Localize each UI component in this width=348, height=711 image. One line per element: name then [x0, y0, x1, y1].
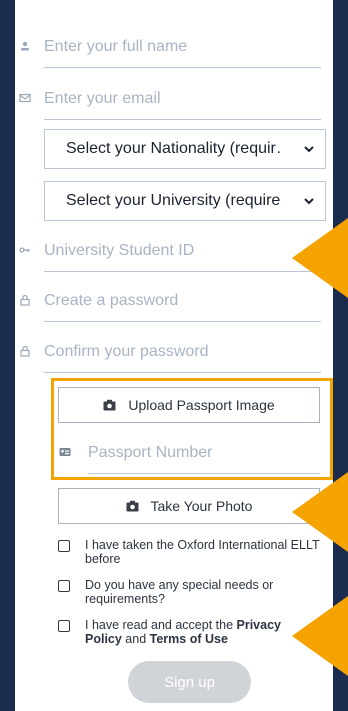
- take-photo-label: Take Your Photo: [150, 498, 253, 514]
- take-photo-button[interactable]: Take Your Photo: [58, 488, 320, 524]
- full-name-placeholder: Enter your full name: [44, 38, 188, 55]
- create-password-field[interactable]: Create a password: [20, 280, 321, 322]
- pointer-arrow-icon: [292, 218, 348, 298]
- person-icon: [18, 39, 32, 53]
- terms-prefix-text: I have read and accept the: [85, 618, 237, 632]
- envelope-icon: [18, 91, 32, 105]
- confirm-password-field[interactable]: Confirm your password: [20, 331, 321, 373]
- pointer-arrow-icon: [292, 596, 348, 676]
- upload-passport-label: Upload Passport Image: [128, 397, 275, 413]
- lock-icon: [18, 344, 32, 358]
- student-id-placeholder: University Student ID: [44, 242, 195, 259]
- nationality-select-value: Select your Nationality (requir…: [66, 140, 281, 157]
- ellt-checkbox-label: I have taken the Oxford International EL…: [85, 538, 320, 566]
- passport-number-field[interactable]: Passport Number: [59, 432, 320, 474]
- chevron-down-icon: [304, 198, 314, 205]
- signup-button[interactable]: Sign up: [128, 661, 251, 703]
- ellt-checkbox[interactable]: [58, 540, 70, 552]
- confirm-password-placeholder: Confirm your password: [44, 343, 209, 360]
- passport-number-placeholder: Passport Number: [88, 444, 213, 461]
- camera-icon: [103, 399, 116, 411]
- special-needs-checkbox-label: Do you have any special needs or require…: [85, 578, 274, 606]
- full-name-field[interactable]: Enter your full name: [21, 26, 321, 68]
- email-field[interactable]: Enter your email: [19, 78, 321, 120]
- terms-checkbox-label: I have read and accept the Privacy Polic…: [85, 618, 320, 646]
- terms-of-use-link[interactable]: Terms of Use: [150, 632, 228, 646]
- create-password-placeholder: Create a password: [44, 292, 179, 309]
- terms-middle-text: and: [121, 632, 150, 646]
- upload-passport-button[interactable]: Upload Passport Image: [58, 387, 320, 423]
- key-icon: [18, 243, 32, 257]
- lock-icon: [18, 293, 32, 307]
- email-placeholder: Enter your email: [44, 90, 161, 107]
- university-select-value: Select your University (required): [66, 192, 281, 209]
- id-card-icon: [58, 445, 72, 459]
- student-id-field[interactable]: University Student ID: [19, 230, 321, 272]
- nationality-select[interactable]: Select your Nationality (requir…: [44, 129, 326, 169]
- camera-icon: [126, 500, 138, 512]
- special-needs-checkbox[interactable]: [58, 580, 70, 592]
- university-select[interactable]: Select your University (required): [44, 181, 326, 221]
- pointer-arrow-icon: [292, 472, 348, 552]
- terms-checkbox[interactable]: [58, 620, 70, 632]
- chevron-down-icon: [304, 146, 314, 153]
